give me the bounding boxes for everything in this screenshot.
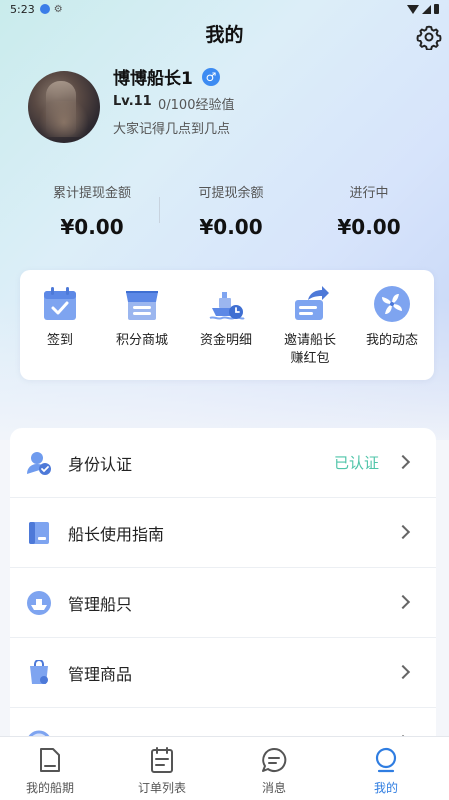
book-icon bbox=[29, 522, 49, 544]
stat-withdrawable-balance[interactable]: 可提现余额 ¥0.00 bbox=[161, 182, 301, 239]
tab-order-list[interactable]: 订单列表 bbox=[112, 745, 212, 796]
stat-divider bbox=[159, 197, 160, 223]
stat-label: 进行中 bbox=[349, 186, 389, 201]
user-verified-icon bbox=[27, 452, 51, 475]
menu-item-label: 身份认证 bbox=[68, 455, 133, 474]
notification-icon bbox=[39, 4, 50, 14]
quick-actions-card: 签到 积分商城 资金明细 邀请船长 赚红包 我的动态 bbox=[20, 270, 434, 380]
status-time: 5:23 bbox=[10, 2, 35, 16]
quick-action-label: 签到 bbox=[46, 333, 73, 348]
bottom-tab-bar: 我的船期 订单列表 消息 我的 bbox=[0, 736, 449, 800]
verification-status: 已认证 bbox=[334, 454, 380, 472]
quick-action-my-moments[interactable]: 我的动态 bbox=[352, 284, 432, 350]
stat-in-progress[interactable]: 进行中 ¥0.00 bbox=[299, 182, 439, 239]
calendar-check-icon bbox=[44, 287, 76, 320]
stat-value: ¥0.00 bbox=[337, 215, 401, 239]
menu-item-label: 管理船只 bbox=[68, 595, 133, 614]
quick-action-label: 邀请船长 赚红包 bbox=[283, 333, 336, 366]
tab-label: 我的船期 bbox=[25, 781, 74, 795]
stat-value: ¥0.00 bbox=[199, 215, 263, 239]
user-level: Lv.11 bbox=[113, 94, 152, 109]
ship-clock-icon bbox=[209, 292, 245, 320]
gear-small-icon: ⚙ bbox=[53, 3, 63, 15]
quick-action-points-mall[interactable]: 积分商城 bbox=[102, 284, 182, 350]
quick-action-label: 我的动态 bbox=[365, 333, 418, 348]
chevron-right-icon bbox=[395, 664, 411, 680]
quick-action-fund-details[interactable]: 资金明细 bbox=[186, 284, 266, 350]
male-gender-icon: ♂ bbox=[202, 68, 220, 86]
tab-label: 消息 bbox=[261, 781, 286, 795]
boat-icon bbox=[27, 591, 51, 615]
menu-item-manage-products[interactable]: 管理商品 bbox=[10, 638, 436, 708]
stat-total-withdrawn[interactable]: 累计提现金额 ¥0.00 bbox=[22, 182, 162, 239]
battery-icon bbox=[434, 4, 439, 14]
stat-label: 可提现余额 bbox=[198, 186, 264, 201]
tab-label: 我的 bbox=[373, 781, 398, 795]
menu-item-captain-guide[interactable]: 船长使用指南 bbox=[10, 498, 436, 568]
stat-value: ¥0.00 bbox=[60, 215, 124, 239]
menu-item-label: 管理商品 bbox=[68, 665, 133, 684]
message-icon bbox=[262, 747, 287, 772]
chevron-right-icon bbox=[395, 454, 411, 470]
tab-messages[interactable]: 消息 bbox=[224, 745, 324, 796]
menu-item-label: 船长使用指南 bbox=[68, 525, 165, 544]
username: 博博船长1 bbox=[113, 69, 193, 89]
menu-list: 身份认证 已认证 船长使用指南 管理船只 管理商品 bbox=[10, 428, 436, 768]
chevron-right-icon bbox=[395, 594, 411, 610]
menu-item-identity-verification[interactable]: 身份认证 已认证 bbox=[10, 428, 436, 498]
product-bag-icon bbox=[30, 660, 48, 684]
store-icon bbox=[126, 291, 158, 320]
status-bar: 5:23 ⚙ bbox=[0, 0, 449, 18]
stat-label: 累计提现金额 bbox=[52, 186, 131, 201]
quick-action-label: 积分商城 bbox=[115, 333, 168, 348]
chevron-right-icon bbox=[395, 524, 411, 540]
tab-profile[interactable]: 我的 bbox=[336, 745, 436, 796]
quick-action-sign-in[interactable]: 签到 bbox=[20, 284, 100, 350]
ship-schedule-icon bbox=[40, 748, 60, 772]
order-list-icon bbox=[151, 747, 173, 773]
quick-action-invite-captain[interactable]: 邀请船长 赚红包 bbox=[270, 284, 350, 368]
tab-my-schedule[interactable]: 我的船期 bbox=[0, 745, 100, 796]
quick-action-label: 资金明细 bbox=[199, 333, 252, 348]
tab-label: 订单列表 bbox=[137, 781, 186, 795]
pinwheel-icon bbox=[374, 286, 410, 322]
share-envelope-icon bbox=[295, 286, 329, 320]
settings-icon[interactable] bbox=[416, 24, 442, 50]
avatar[interactable] bbox=[28, 71, 100, 143]
user-signature: 大家记得几点到几点 bbox=[113, 122, 231, 137]
menu-item-manage-boats[interactable]: 管理船只 bbox=[10, 568, 436, 638]
page-title: 我的 bbox=[205, 24, 244, 46]
wifi-icon bbox=[407, 4, 419, 14]
profile-icon bbox=[375, 747, 397, 773]
experience-value: 0/100经验值 bbox=[158, 98, 235, 113]
signal-icon bbox=[422, 4, 431, 14]
